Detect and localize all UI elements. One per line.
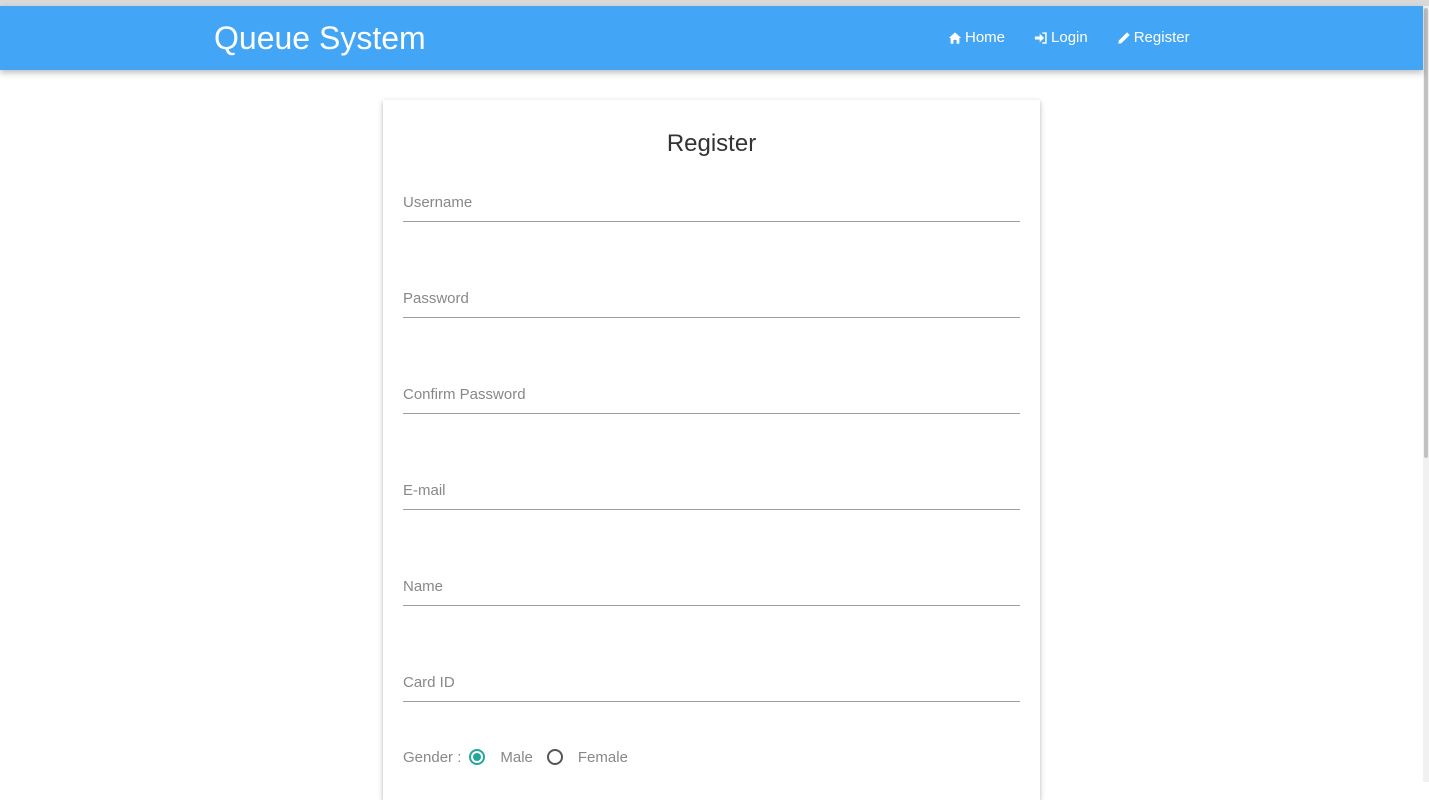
password-field[interactable]: Password: [403, 290, 1024, 326]
gender-group: Gender : Male Female: [403, 747, 642, 767]
name-field[interactable]: Name: [403, 578, 1024, 614]
scrollbar-thumb[interactable]: [1424, 8, 1428, 458]
nav-home-label: Home: [965, 29, 1006, 46]
password-underline: [403, 317, 1020, 318]
pencil-icon: [1117, 31, 1131, 45]
username-input[interactable]: [403, 194, 1024, 224]
gender-male-radio[interactable]: Male: [469, 749, 533, 766]
email-field[interactable]: E-mail: [403, 482, 1024, 518]
password-input[interactable]: [403, 290, 1024, 320]
nav-links: Home Login Register: [948, 28, 1219, 48]
confirm-password-underline: [403, 413, 1020, 414]
navbar: Queue System Home Login Register: [0, 6, 1423, 70]
nav-register-label: Register: [1133, 29, 1190, 46]
radio-unchecked-icon[interactable]: [546, 749, 563, 765]
sign-in-icon: [1034, 31, 1048, 45]
gender-male-label[interactable]: Male: [500, 749, 533, 766]
name-underline: [403, 605, 1020, 606]
gender-female-label[interactable]: Female: [578, 749, 628, 766]
confirm-password-field[interactable]: Confirm Password: [403, 386, 1024, 422]
card-id-field[interactable]: Card ID: [403, 674, 1024, 710]
home-icon: [948, 31, 962, 45]
register-title: Register: [666, 130, 757, 157]
nav-home-link[interactable]: Home: [948, 28, 1005, 48]
username-underline: [403, 221, 1020, 222]
radio-checked-icon[interactable]: [469, 749, 486, 765]
email-input[interactable]: [403, 482, 1024, 512]
register-card: Register Username Password Confirm Passw…: [383, 100, 1040, 800]
gender-female-radio[interactable]: Female: [546, 749, 628, 766]
card-id-input[interactable]: [403, 674, 1024, 704]
nav-register-link[interactable]: Register: [1117, 28, 1190, 48]
nav-login-label: Login: [1051, 29, 1088, 46]
card-id-underline: [403, 701, 1020, 702]
gender-label: Gender :: [403, 748, 462, 766]
confirm-password-input[interactable]: [403, 386, 1024, 416]
email-underline: [403, 509, 1020, 510]
username-field[interactable]: Username: [403, 194, 1024, 230]
page-scrollbar[interactable]: [1423, 6, 1429, 782]
name-input[interactable]: [403, 578, 1024, 608]
nav-login-link[interactable]: Login: [1034, 28, 1088, 48]
brand-logo[interactable]: Queue System: [214, 18, 426, 58]
